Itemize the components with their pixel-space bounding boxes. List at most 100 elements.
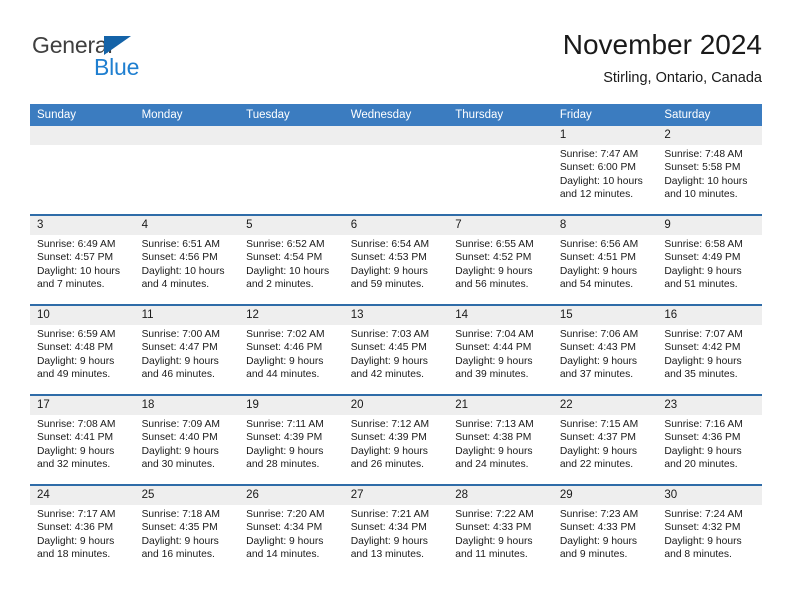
sunrise-text: Sunrise: 7:13 AM: [455, 419, 534, 430]
day-number: 25: [134, 486, 240, 505]
day-number: 6: [343, 216, 449, 235]
sunrise-text: Sunrise: 7:20 AM: [246, 509, 325, 520]
calendar-cell-day[interactable]: 12 Sunrise: 7:02 AM Sunset: 4:46 PM Dayligh…: [239, 304, 344, 395]
sunrise-text: Sunrise: 7:47 AM: [559, 149, 639, 160]
calendar-cell-empty: [134, 126, 240, 215]
day-sun-info: Sunrise: 7:11 AM Sunset: 4:39 PM Daylight:…: [239, 415, 344, 472]
sunset-text: Sunset: 4:49 PM: [664, 252, 741, 264]
calendar-cell-day[interactable]: 25 Sunrise: 7:18 AM Sunset: 4:35 PM Dayligh…: [134, 484, 240, 574]
sunrise-text: Sunrise: 7:02 AM: [246, 329, 325, 340]
calendar-cell-day[interactable]: 7 Sunrise: 6:55 AM Sunset: 4:52 PM Daylight…: [448, 214, 553, 305]
calendar-cell-day[interactable]: 6 Sunrise: 6:54 AM Sunset: 4:53 PM Daylight…: [343, 214, 449, 305]
calendar-cell-day[interactable]: 16 Sunrise: 7:07 AM Sunset: 4:42 PM Dayligh…: [657, 304, 762, 395]
sunset-text: Sunset: 4:42 PM: [664, 342, 741, 354]
day-number: [134, 126, 240, 145]
sunset-text: Sunset: 4:43 PM: [559, 342, 636, 354]
daylight-text: Daylight: 9 hours and 39 minutes.: [455, 355, 533, 381]
sunset-text: Sunset: 4:38 PM: [455, 432, 532, 444]
calendar-cell-day[interactable]: 9 Sunrise: 6:58 AM Sunset: 4:49 PM Daylight…: [657, 214, 762, 305]
day-sun-info: Sunrise: 7:07 AM Sunset: 4:42 PM Daylight:…: [657, 325, 762, 382]
sunrise-text: Sunrise: 7:12 AM: [350, 419, 430, 430]
calendar-cell-day[interactable]: 26 Sunrise: 7:20 AM Sunset: 4:34 PM Dayligh…: [239, 484, 344, 574]
sunrise-text: Sunrise: 7:17 AM: [37, 509, 116, 520]
sunrise-text: Sunrise: 6:52 AM: [246, 239, 325, 250]
sunset-text: Sunset: 4:37 PM: [559, 432, 636, 444]
calendar-cell-day[interactable]: 17 Sunrise: 7:08 AM Sunset: 4:41 PM Dayligh…: [30, 394, 135, 485]
calendar-body: 1 Sunrise: 7:47 AM Sunset: 6:00 PM Daylight…: [30, 126, 762, 574]
calendar-cell-day[interactable]: 21 Sunrise: 7:13 AM Sunset: 4:38 PM Dayligh…: [448, 394, 553, 485]
daylight-text: Daylight: 9 hours and 26 minutes.: [350, 445, 428, 471]
sunrise-text: Sunrise: 7:08 AM: [37, 419, 116, 430]
sunset-text: Sunset: 4:41 PM: [37, 432, 114, 444]
day-sun-info: Sunrise: 7:18 AM Sunset: 4:35 PM Daylight:…: [135, 505, 240, 562]
day-number: 5: [239, 216, 344, 235]
calendar-cell-day[interactable]: 30 Sunrise: 7:24 AM Sunset: 4:32 PM Dayligh…: [657, 484, 762, 574]
sunset-text: Sunset: 4:48 PM: [37, 342, 114, 354]
day-number: 17: [30, 396, 135, 415]
sunset-text: Sunset: 4:35 PM: [141, 522, 218, 534]
sunrise-text: Sunrise: 7:21 AM: [350, 509, 430, 520]
sunset-text: Sunset: 4:39 PM: [246, 432, 323, 444]
day-sun-info: Sunrise: 7:21 AM Sunset: 4:34 PM Daylight:…: [344, 505, 449, 562]
day-sun-info: Sunrise: 7:23 AM Sunset: 4:33 PM Daylight:…: [553, 505, 658, 562]
daylight-text: Daylight: 9 hours and 14 minutes.: [246, 535, 324, 561]
calendar-cell-day[interactable]: 19 Sunrise: 7:11 AM Sunset: 4:39 PM Dayligh…: [239, 394, 344, 485]
day-sun-info: Sunrise: 7:03 AM Sunset: 4:45 PM Daylight:…: [344, 325, 449, 382]
day-number: 9: [657, 216, 762, 235]
calendar-cell-day[interactable]: 28 Sunrise: 7:22 AM Sunset: 4:33 PM Dayligh…: [448, 484, 553, 574]
calendar-cell-day[interactable]: 5 Sunrise: 6:52 AM Sunset: 4:54 PM Daylight…: [239, 214, 344, 305]
calendar-cell-empty: [30, 126, 135, 215]
day-sun-info: Sunrise: 6:52 AM Sunset: 4:54 PM Daylight:…: [239, 235, 344, 292]
sunset-text: Sunset: 4:34 PM: [350, 522, 427, 534]
sunset-text: Sunset: 4:40 PM: [141, 432, 218, 444]
sunrise-text: Sunrise: 6:49 AM: [37, 239, 116, 250]
daylight-text: Daylight: 10 hours and 12 minutes.: [559, 175, 643, 201]
day-number: 3: [30, 216, 135, 235]
calendar-cell-day[interactable]: 10 Sunrise: 6:59 AM Sunset: 4:48 PM Dayligh…: [30, 304, 135, 395]
day-number: 15: [552, 306, 658, 325]
calendar-cell-day[interactable]: 11 Sunrise: 7:00 AM Sunset: 4:47 PM Dayligh…: [134, 304, 240, 395]
calendar-cell-day[interactable]: 4 Sunrise: 6:51 AM Sunset: 4:56 PM Daylight…: [134, 214, 240, 305]
sunset-text: Sunset: 4:54 PM: [246, 252, 323, 264]
calendar-cell-day[interactable]: 13 Sunrise: 7:03 AM Sunset: 4:45 PM Dayligh…: [343, 304, 449, 395]
weekday-header-thursday: Thursday: [448, 104, 553, 126]
calendar-week-row: 1 Sunrise: 7:47 AM Sunset: 6:00 PM Daylight…: [30, 126, 762, 215]
calendar-week-row: 24 Sunrise: 7:17 AM Sunset: 4:36 PM Dayligh…: [30, 484, 762, 574]
sunrise-text: Sunrise: 7:48 AM: [664, 149, 743, 160]
calendar-cell-day[interactable]: 15 Sunrise: 7:06 AM Sunset: 4:43 PM Dayligh…: [552, 304, 658, 395]
calendar-cell-day[interactable]: 1 Sunrise: 7:47 AM Sunset: 6:00 PM Daylight…: [552, 126, 658, 215]
day-number: 27: [343, 486, 449, 505]
calendar-cell-day[interactable]: 3 Sunrise: 6:49 AM Sunset: 4:57 PM Daylight…: [30, 214, 135, 305]
page-header: General Blue November 2024 Stirling, Ont…: [30, 28, 762, 100]
day-number: 11: [134, 306, 240, 325]
daylight-text: Daylight: 10 hours and 4 minutes.: [141, 265, 225, 291]
sunrise-text: Sunrise: 7:22 AM: [455, 509, 534, 520]
calendar-cell-day[interactable]: 29 Sunrise: 7:23 AM Sunset: 4:33 PM Dayligh…: [552, 484, 658, 574]
daylight-text: Daylight: 9 hours and 28 minutes.: [246, 445, 324, 471]
sunrise-text: Sunrise: 7:15 AM: [559, 419, 639, 430]
calendar-cell-day[interactable]: 20 Sunrise: 7:12 AM Sunset: 4:39 PM Dayligh…: [343, 394, 449, 485]
calendar-cell-day[interactable]: 27 Sunrise: 7:21 AM Sunset: 4:34 PM Dayligh…: [343, 484, 449, 574]
daylight-text: Daylight: 9 hours and 46 minutes.: [141, 355, 219, 381]
general-blue-logo[interactable]: General Blue: [32, 32, 262, 88]
day-number: 2: [657, 126, 762, 145]
day-number: [448, 126, 553, 145]
sunrise-text: Sunrise: 6:59 AM: [37, 329, 116, 340]
sunrise-text: Sunrise: 7:03 AM: [350, 329, 430, 340]
day-number: [343, 126, 449, 145]
daylight-text: Daylight: 9 hours and 18 minutes.: [37, 535, 115, 561]
calendar-cell-day[interactable]: 14 Sunrise: 7:04 AM Sunset: 4:44 PM Dayligh…: [448, 304, 553, 395]
sunrise-text: Sunrise: 6:54 AM: [350, 239, 430, 250]
calendar-cell-day[interactable]: 22 Sunrise: 7:15 AM Sunset: 4:37 PM Dayligh…: [552, 394, 658, 485]
calendar-cell-day[interactable]: 18 Sunrise: 7:09 AM Sunset: 4:40 PM Dayligh…: [134, 394, 240, 485]
calendar-cell-day[interactable]: 24 Sunrise: 7:17 AM Sunset: 4:36 PM Dayligh…: [30, 484, 135, 574]
calendar-cell-empty: [343, 126, 449, 215]
day-sun-info: Sunrise: 7:02 AM Sunset: 4:46 PM Daylight:…: [239, 325, 344, 382]
calendar-cell-empty: [448, 126, 553, 215]
calendar-cell-day[interactable]: 8 Sunrise: 6:56 AM Sunset: 4:51 PM Daylight…: [552, 214, 658, 305]
calendar-cell-day[interactable]: 23 Sunrise: 7:16 AM Sunset: 4:36 PM Dayligh…: [657, 394, 762, 485]
page-title: November 2024: [562, 29, 762, 60]
day-number: 28: [448, 486, 553, 505]
sunrise-text: Sunrise: 7:00 AM: [141, 329, 220, 340]
calendar-cell-day[interactable]: 2 Sunrise: 7:48 AM Sunset: 5:58 PM Daylight…: [657, 126, 762, 215]
